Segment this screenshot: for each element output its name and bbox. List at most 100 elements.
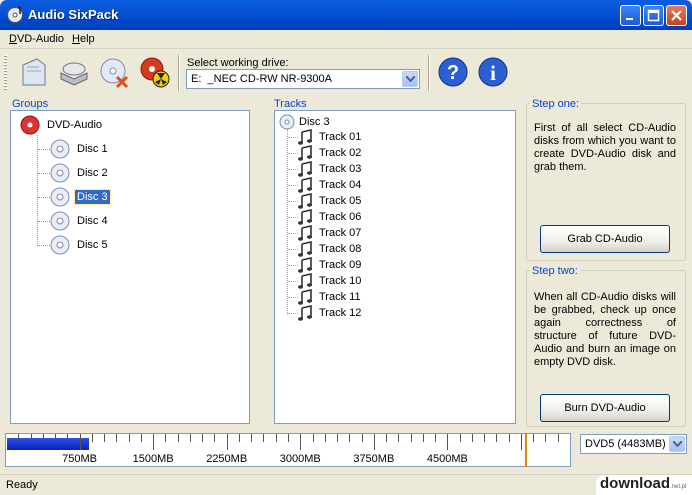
capacity-tick (214, 434, 216, 442)
drive-dropdown-button[interactable] (402, 71, 418, 87)
groups-tree[interactable]: DVD-Audio Disc 1 Disc 2 Disc 3 Disc 4 Di… (10, 110, 250, 424)
disc-type-select[interactable]: DVD5 (4483MB) (580, 434, 687, 454)
track-item[interactable]: Track 03 (297, 161, 363, 177)
capacity-bar: 750MB 1500MB 2250MB 3000MB 3750MB 4500MB (5, 433, 571, 467)
capacity-tick (288, 434, 289, 442)
track-item[interactable]: Track 02 (297, 145, 363, 161)
step-one-text: First of all select CD-Audio disks from … (534, 122, 676, 173)
track-item[interactable]: Track 01 (297, 129, 363, 145)
tracks-tree[interactable]: Disc 3 Track 01 Track 02 Track 03 Track 04 T… (274, 110, 516, 424)
burn-disc-icon[interactable] (137, 55, 171, 89)
tracks-root-label: Disc 3 (299, 116, 330, 128)
track-label: Track 06 (319, 211, 362, 223)
track-item[interactable]: Track 11 (297, 289, 363, 305)
track-item[interactable]: Track 07 (297, 225, 363, 241)
help-icon[interactable]: ? (436, 55, 470, 89)
capacity-limit-marker (525, 434, 527, 467)
track-item[interactable]: Track 08 (297, 241, 363, 257)
tree-item-disc-2[interactable]: Disc 2 (49, 163, 110, 183)
tree-item-label: Disc 2 (77, 167, 108, 179)
step-two-text: When all CD-Audio disks will be grabbed,… (534, 291, 676, 368)
capacity-tick (30, 434, 32, 442)
tree-item-disc-5[interactable]: Disc 5 (49, 235, 110, 255)
delete-disc-icon[interactable] (97, 55, 131, 89)
cd-icon (50, 211, 70, 231)
track-label: Track 08 (319, 243, 362, 255)
capacity-tick (373, 434, 375, 450)
capacity-tick (459, 434, 461, 442)
music-note-icon (298, 145, 312, 161)
track-item[interactable]: Track 10 (297, 273, 363, 289)
dvd-audio-icon (20, 115, 40, 135)
music-note-icon (298, 241, 312, 257)
tree-item-disc-3[interactable]: Disc 3 (49, 187, 111, 207)
menu-dvd-audio-rest: VD-Audio (16, 33, 65, 45)
music-note-icon (298, 129, 312, 145)
track-item[interactable]: Track 04 (297, 177, 363, 193)
menu-help[interactable]: Help (72, 33, 95, 45)
tree-item-disc-4[interactable]: Disc 4 (49, 211, 110, 231)
info-icon[interactable]: i (476, 55, 510, 89)
capacity-tick (410, 434, 412, 442)
maximize-button[interactable] (643, 5, 664, 26)
tree-line (37, 135, 38, 246)
app-cd-icon (7, 6, 23, 23)
menu-help-rest: elp (79, 33, 95, 45)
tree-item-label: Disc 1 (77, 143, 108, 155)
close-icon (671, 10, 682, 21)
tree-item-label: Disc 5 (77, 239, 108, 251)
track-label: Track 10 (319, 275, 362, 287)
capacity-tick (312, 434, 314, 442)
music-note-icon (298, 305, 312, 321)
capacity-tick (42, 434, 44, 442)
capacity-tick (55, 434, 57, 442)
track-label: Track 04 (319, 179, 362, 191)
capacity-tick (386, 434, 388, 442)
drive-select[interactable]: E: _NEC CD-RW NR-9300A (186, 69, 420, 89)
drive-label: Select working drive: (187, 57, 289, 69)
music-note-icon (298, 161, 312, 177)
tree-root-dvd-audio[interactable]: DVD-Audio (19, 115, 104, 135)
capacity-tick (91, 434, 93, 442)
disc-type-dropdown-button[interactable] (669, 436, 685, 452)
capacity-tick (263, 434, 265, 442)
burn-dvd-audio-button[interactable]: Burn DVD-Audio (540, 394, 670, 422)
track-label: Track 09 (319, 259, 362, 271)
capacity-tick (545, 434, 547, 442)
music-note-icon (298, 273, 312, 289)
capacity-tick (202, 434, 204, 442)
minimize-icon (626, 18, 633, 20)
track-label: Track 12 (319, 307, 362, 319)
music-note-icon (298, 257, 312, 273)
capacity-tick (153, 434, 155, 450)
track-item[interactable]: Track 05 (297, 193, 363, 209)
capacity-label: 3000MB (279, 453, 321, 465)
capacity-tick (128, 434, 130, 442)
new-project-icon[interactable] (17, 55, 51, 89)
capacity-tick (275, 434, 277, 442)
status-text: Ready (6, 479, 38, 491)
step-one-title: Step one: (530, 98, 582, 110)
capacity-tick (361, 434, 363, 442)
tree-root-label: DVD-Audio (47, 119, 103, 131)
track-item[interactable]: Track 06 (297, 209, 363, 225)
cd-icon (279, 114, 295, 130)
capacity-tick (18, 434, 20, 442)
capacity-tick (324, 434, 326, 442)
track-item[interactable]: Track 12 (297, 305, 363, 321)
groups-title: Groups (10, 98, 51, 110)
capacity-tick (471, 434, 473, 442)
close-button[interactable] (666, 5, 687, 26)
tree-item-disc-1[interactable]: Disc 1 (49, 139, 110, 159)
grab-cd-audio-button[interactable]: Grab CD-Audio (540, 225, 670, 253)
capacity-tick (557, 434, 559, 442)
drive-icon[interactable] (57, 55, 91, 89)
capacity-fill (7, 438, 89, 450)
track-item[interactable]: Track 09 (297, 257, 363, 273)
capacity-tick (349, 434, 351, 442)
music-note-icon (298, 289, 312, 305)
capacity-tick (67, 434, 69, 442)
menu-dvd-audio[interactable]: DVD-Audio (9, 33, 64, 45)
title-bar: Audio SixPack (0, 0, 692, 30)
minimize-button[interactable] (620, 5, 641, 26)
